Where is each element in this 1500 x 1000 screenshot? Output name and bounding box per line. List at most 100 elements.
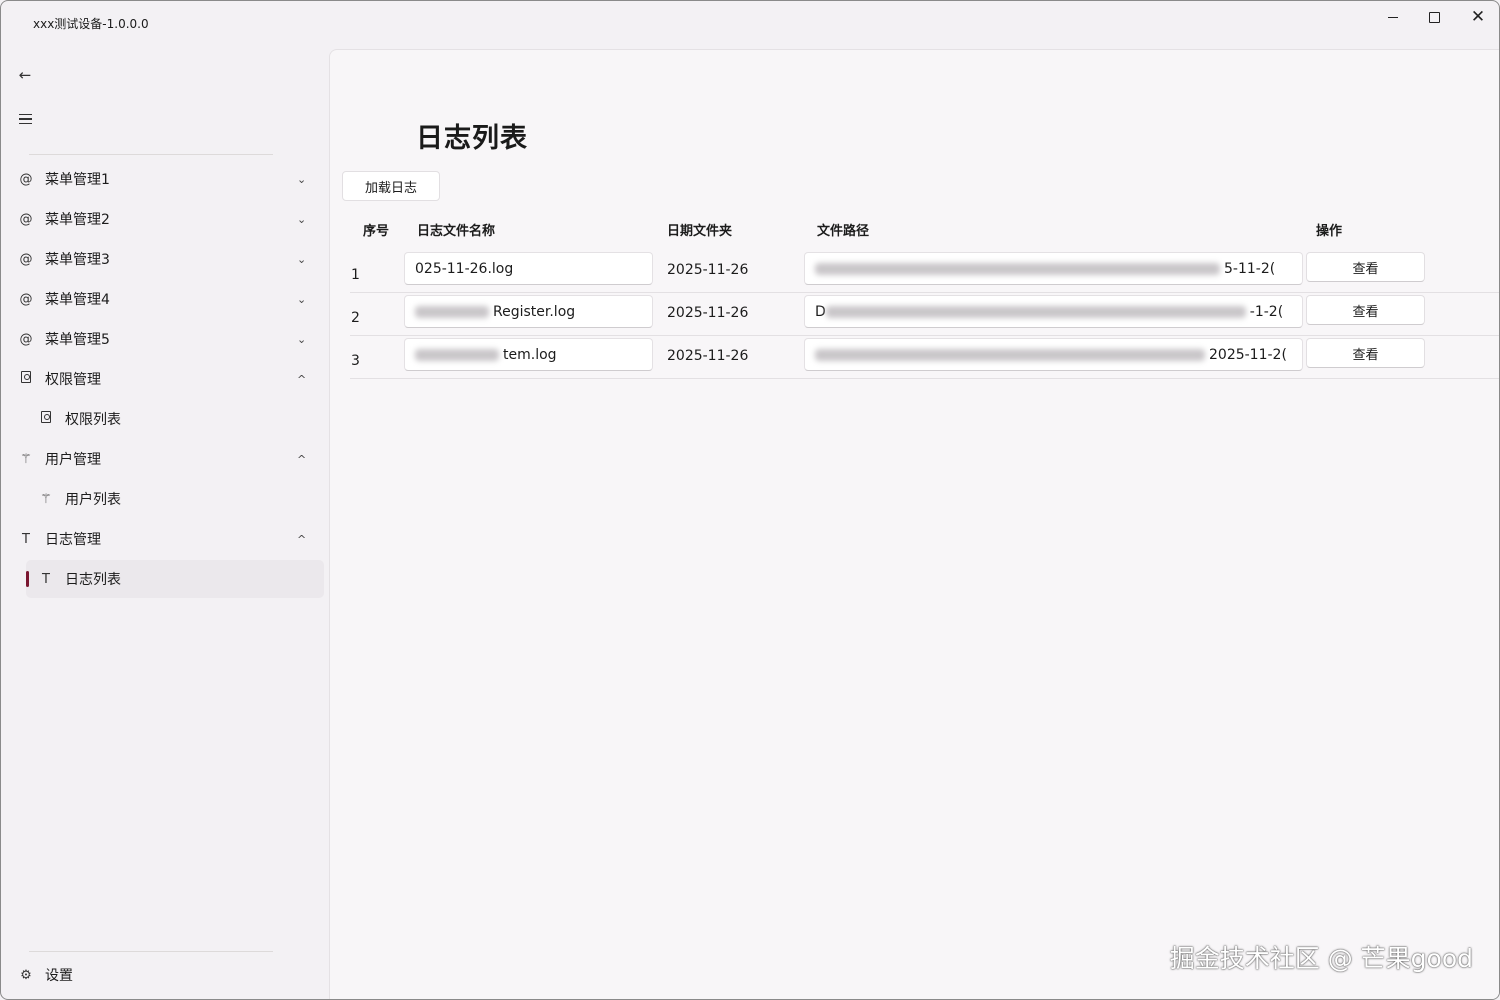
view-button[interactable]: 查看 [1306, 338, 1425, 368]
sidebar-item-permission-list[interactable]: 权限列表 [7, 400, 325, 438]
close-icon: ✕ [1470, 7, 1486, 27]
app-window: xxx测试设备-1.0.0.0 ✕ ← @ 菜单管理1 ⌄ @ 菜单管理2 ⌄ … [0, 0, 1500, 1000]
file-path-field[interactable]: 2025-11-2( [804, 338, 1303, 371]
file-name-text: 025-11-26.log [415, 260, 514, 277]
at-icon: @ [19, 291, 33, 307]
sidebar-item-label: 菜单管理4 [45, 292, 110, 308]
column-header-path: 文件路径 [817, 224, 870, 239]
file-path-tail: -1-2( [1249, 303, 1284, 320]
title-bar: xxx测试设备-1.0.0.0 ✕ [1, 1, 1499, 41]
sidebar-item-user-management[interactable]: ⚚ 用户管理 ^ [7, 440, 325, 478]
contact-card-icon [17, 371, 35, 387]
table-row: 2 Register.log 2025-11-26 D -1-2( 查看 [350, 293, 1499, 336]
contact-card-icon [37, 411, 55, 427]
chevron-down-icon: ⌄ [297, 252, 307, 266]
table-row: 1 025-11-26.log 2025-11-26 5-11-2( 查看 [350, 250, 1499, 293]
column-header-date: 日期文件夹 [667, 224, 733, 239]
at-icon: @ [19, 331, 33, 347]
redacted-text [825, 305, 1246, 318]
chevron-down-icon: ⌄ [297, 292, 307, 306]
redacted-text [815, 348, 1205, 361]
sidebar-item-log-management[interactable]: T 日志管理 ^ [7, 520, 325, 558]
sidebar: ← @ 菜单管理1 ⌄ @ 菜单管理2 ⌄ @ 菜单管理3 ⌄ @ 菜单管理4 … [1, 41, 329, 999]
text-icon: T [42, 571, 50, 587]
date-folder: 2025-11-26 [667, 348, 749, 364]
file-path-text: 5-11-2( [1224, 260, 1276, 277]
sidebar-item-label: 权限管理 [45, 372, 101, 388]
file-name-text: tem.log [503, 346, 557, 363]
sidebar-divider [29, 951, 273, 952]
redacted-text [415, 305, 489, 318]
file-name-field[interactable]: 025-11-26.log [404, 252, 653, 285]
sidebar-item-settings[interactable]: ⚙ 设置 [7, 956, 325, 994]
file-path-field[interactable]: 5-11-2( [804, 252, 1303, 285]
sidebar-item-menu2[interactable]: @ 菜单管理2 ⌄ [7, 200, 325, 238]
chevron-down-icon: ⌄ [297, 212, 307, 226]
at-icon: @ [19, 171, 33, 187]
file-name-field[interactable]: Register.log [404, 295, 653, 328]
chevron-up-icon: ^ [297, 532, 307, 546]
sidebar-item-user-list[interactable]: ⚚ 用户列表 [7, 480, 325, 518]
row-index: 1 [351, 267, 360, 283]
app-title: xxx测试设备-1.0.0.0 [33, 17, 149, 31]
sidebar-item-label: 日志管理 [45, 532, 101, 548]
back-button[interactable]: ← [11, 61, 39, 89]
sidebar-item-log-list[interactable]: T 日志列表 [26, 560, 324, 598]
load-logs-button[interactable]: 加载日志 [342, 171, 440, 201]
at-icon: @ [19, 211, 33, 227]
sidebar-item-label: 菜单管理1 [45, 172, 110, 188]
close-button[interactable]: ✕ [1456, 6, 1499, 28]
column-header-action: 操作 [1316, 224, 1343, 239]
watermark: 掘金技术社区 @ 芒果good [1169, 944, 1473, 973]
minimize-icon [1388, 16, 1398, 18]
sidebar-item-permission-management[interactable]: 权限管理 ^ [7, 360, 325, 398]
sidebar-item-label: 日志列表 [65, 572, 121, 588]
table-row: 3 tem.log 2025-11-26 2025-11-2( 查看 [350, 336, 1499, 379]
sidebar-item-label: 用户列表 [65, 492, 121, 508]
column-header-name: 日志文件名称 [417, 224, 496, 239]
redacted-text [415, 348, 499, 361]
sidebar-divider [29, 154, 273, 155]
hamburger-icon [18, 114, 32, 124]
at-icon: @ [19, 251, 33, 267]
sidebar-item-menu3[interactable]: @ 菜单管理3 ⌄ [7, 240, 325, 278]
row-index: 2 [351, 310, 360, 326]
sidebar-item-label: 用户管理 [45, 452, 101, 468]
back-arrow-icon: ← [18, 66, 32, 84]
view-button[interactable]: 查看 [1306, 295, 1425, 325]
accessibility-icon: ⚚ [40, 491, 52, 507]
sidebar-item-label: 菜单管理2 [45, 212, 110, 228]
view-button[interactable]: 查看 [1306, 252, 1425, 282]
text-icon: T [22, 531, 30, 547]
menu-toggle-button[interactable] [11, 105, 39, 133]
sidebar-item-menu1[interactable]: @ 菜单管理1 ⌄ [7, 160, 325, 198]
chevron-up-icon: ^ [297, 372, 307, 386]
sidebar-item-label: 权限列表 [65, 412, 121, 428]
chevron-up-icon: ^ [297, 452, 307, 466]
chevron-down-icon: ⌄ [297, 172, 307, 186]
sidebar-item-label: 菜单管理3 [45, 252, 110, 268]
minimize-button[interactable] [1371, 6, 1415, 28]
selection-indicator [26, 571, 29, 587]
file-name-text: Register.log [493, 303, 576, 320]
date-folder: 2025-11-26 [667, 305, 749, 321]
maximize-icon [1428, 11, 1440, 23]
maximize-button[interactable] [1412, 6, 1456, 28]
file-name-field[interactable]: tem.log [404, 338, 653, 371]
column-header-index: 序号 [363, 224, 390, 239]
page-title: 日志列表 [416, 123, 528, 154]
sidebar-item-menu4[interactable]: @ 菜单管理4 ⌄ [7, 280, 325, 318]
redacted-text [815, 262, 1220, 275]
file-path-text: D [815, 303, 826, 320]
date-folder: 2025-11-26 [667, 262, 749, 278]
sidebar-item-menu5[interactable]: @ 菜单管理5 ⌄ [7, 320, 325, 358]
accessibility-icon: ⚚ [20, 451, 32, 467]
main-content: 日志列表 加载日志 序号 日志文件名称 日期文件夹 文件路径 操作 1 025-… [329, 49, 1499, 999]
sidebar-item-label: 设置 [45, 968, 73, 984]
chevron-down-icon: ⌄ [297, 332, 307, 346]
sidebar-item-label: 菜单管理5 [45, 332, 110, 348]
file-path-text: 2025-11-2( [1209, 346, 1287, 363]
file-path-field[interactable]: D -1-2( [804, 295, 1303, 328]
gear-icon: ⚙ [20, 967, 32, 983]
row-index: 3 [351, 353, 360, 369]
